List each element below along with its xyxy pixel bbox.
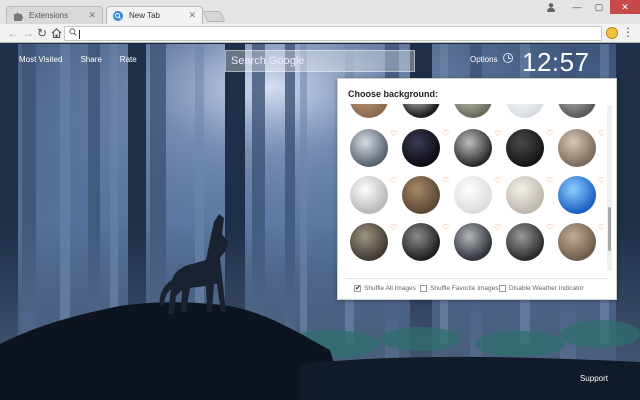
clock-icon[interactable]	[503, 53, 513, 63]
background-picker-panel: Choose background: ♡♡♡♡♡♡♡♡♡♡♡♡♡♡♡♡♡♡♡♡♡…	[337, 78, 617, 300]
thumbnail-grid: ♡♡♡♡♡♡♡♡♡♡♡♡♡♡♡♡♡♡♡♡♡♡♡♡♡	[346, 104, 604, 270]
minimize-button[interactable]: —	[566, 0, 588, 14]
background-thumbnail[interactable]	[558, 223, 596, 261]
heart-icon[interactable]: ♡	[390, 130, 397, 138]
heart-icon[interactable]: ♡	[390, 177, 397, 185]
heart-icon[interactable]: ♡	[546, 130, 553, 138]
profile-icon[interactable]	[542, 0, 560, 14]
disable-weather-checkbox[interactable]	[499, 285, 506, 292]
heart-icon[interactable]: ♡	[494, 224, 501, 232]
forward-button[interactable]: →	[21, 26, 35, 40]
heart-icon[interactable]: ♡	[442, 130, 449, 138]
background-thumbnail[interactable]	[350, 129, 388, 167]
background-thumbnail[interactable]	[402, 104, 440, 118]
background-thumbnail[interactable]	[558, 104, 596, 118]
puzzle-icon	[13, 11, 24, 21]
tab-new-tab[interactable]: New Tab ✕	[106, 6, 203, 24]
divider	[346, 278, 608, 279]
heart-icon[interactable]: ♡	[546, 224, 553, 232]
heart-icon[interactable]: ♡	[598, 224, 604, 232]
home-icon	[51, 28, 61, 38]
background-thumbnail[interactable]	[506, 176, 544, 214]
disable-weather-option[interactable]: Disable Weather Indicator	[499, 285, 584, 292]
shuffle-all-checkbox[interactable]	[354, 284, 361, 292]
most-visited-link[interactable]: Most Visited	[19, 55, 62, 64]
heart-icon[interactable]: ♡	[494, 130, 501, 138]
window-controls: — ▢ ✕	[542, 0, 640, 14]
background-thumbnail[interactable]	[506, 104, 544, 118]
tab-title: New Tab	[129, 11, 160, 20]
background-thumbnail[interactable]	[350, 176, 388, 214]
home-button[interactable]	[49, 26, 63, 40]
options-link[interactable]: Options	[470, 55, 498, 64]
panel-title: Choose background:	[348, 89, 439, 99]
heart-icon[interactable]: ♡	[390, 224, 397, 232]
shuffle-all-option[interactable]: Shuffle All Images	[354, 284, 416, 292]
tab-extensions[interactable]: Extensions ✕	[6, 6, 103, 24]
close-icon[interactable]: ✕	[88, 10, 96, 21]
shuffle-favorites-checkbox[interactable]	[420, 285, 427, 292]
tab-strip: Extensions ✕ New Tab ✕ — ▢ ✕	[0, 0, 640, 24]
option-label: Disable Weather Indicator	[509, 285, 584, 292]
extension-icon[interactable]	[606, 27, 618, 39]
background-thumbnail[interactable]	[454, 129, 492, 167]
top-links: Most Visited Share Rate	[19, 55, 155, 64]
background-thumbnail[interactable]	[402, 176, 440, 214]
back-button[interactable]: ←	[6, 26, 20, 40]
window-close-button[interactable]: ✕	[610, 0, 640, 14]
heart-icon[interactable]: ♡	[442, 177, 449, 185]
tab-title: Extensions	[29, 11, 69, 20]
background-thumbnail[interactable]	[350, 223, 388, 261]
close-icon[interactable]: ✕	[188, 10, 196, 21]
heart-icon[interactable]: ♡	[546, 177, 553, 185]
shuffle-favorites-option[interactable]: Shuffle Favorite Images	[420, 285, 499, 292]
background-thumbnail[interactable]	[558, 176, 596, 214]
text-caret	[79, 30, 80, 39]
background-thumbnail[interactable]	[402, 129, 440, 167]
browser-toolbar: ← → ↻ ⋮	[0, 24, 640, 43]
rate-link[interactable]: Rate	[120, 55, 137, 64]
address-bar[interactable]	[64, 26, 602, 41]
background-thumbnail[interactable]	[454, 104, 492, 118]
heart-icon[interactable]: ♡	[494, 177, 501, 185]
scrollbar-thumb[interactable]	[608, 207, 611, 251]
background-thumbnail[interactable]	[558, 129, 596, 167]
heart-icon[interactable]: ♡	[442, 224, 449, 232]
menu-icon[interactable]: ⋮	[622, 25, 634, 39]
background-thumbnail[interactable]	[454, 176, 492, 214]
maximize-button[interactable]: ▢	[588, 0, 610, 14]
support-link[interactable]: Support	[580, 374, 608, 383]
option-label: Shuffle Favorite Images	[430, 285, 499, 292]
search-box[interactable]	[225, 50, 415, 72]
background-thumbnail[interactable]	[506, 223, 544, 261]
reload-button[interactable]: ↻	[35, 26, 49, 40]
background-thumbnail[interactable]	[350, 104, 388, 118]
share-link[interactable]: Share	[80, 55, 101, 64]
heart-icon[interactable]: ♡	[598, 130, 604, 138]
background-thumbnail[interactable]	[506, 129, 544, 167]
search-icon	[69, 28, 77, 38]
new-tab-button[interactable]	[202, 11, 226, 22]
background-thumbnail[interactable]	[454, 223, 492, 261]
background-thumbnail[interactable]	[402, 223, 440, 261]
search-input[interactable]	[226, 51, 414, 71]
option-label: Shuffle All Images	[364, 285, 416, 292]
search-icon	[113, 10, 123, 21]
heart-icon[interactable]: ♡	[598, 177, 604, 185]
clock-time: 12:57	[522, 47, 590, 77]
